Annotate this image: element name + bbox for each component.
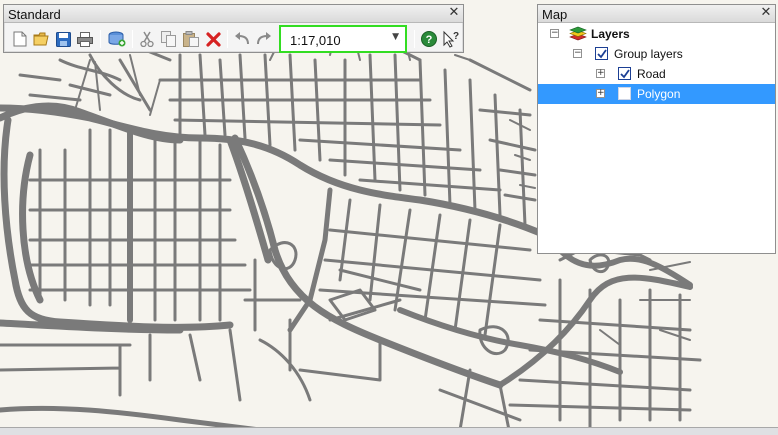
tree-node-polygon[interactable]: + Polygon xyxy=(538,84,775,104)
paste-icon[interactable] xyxy=(182,30,200,48)
tree-node-layers[interactable]: − Layers xyxy=(538,24,775,44)
toolbar-separator xyxy=(132,30,133,48)
status-bar xyxy=(0,427,778,435)
group-layers-checkbox[interactable] xyxy=(595,47,608,60)
tree-label-road: Road xyxy=(637,67,666,81)
tree-node-group-layers[interactable]: − Group layers xyxy=(538,44,775,64)
panel-titlebar[interactable]: Map ✕ xyxy=(538,5,775,23)
collapse-icon[interactable]: − xyxy=(550,29,559,38)
road-main xyxy=(19,151,44,304)
panel-title: Map xyxy=(542,7,568,22)
map-scale-value: 1:17,010 xyxy=(290,33,341,48)
svg-text:?: ? xyxy=(426,34,433,46)
collapse-icon[interactable]: − xyxy=(573,49,582,58)
add-data-icon[interactable] xyxy=(108,30,126,48)
print-icon[interactable] xyxy=(76,30,94,48)
polygon-layer-checkbox[interactable] xyxy=(618,87,631,100)
tree-label-group-layers: Group layers xyxy=(614,47,683,61)
svg-text:?: ? xyxy=(453,31,459,42)
redo-icon[interactable] xyxy=(255,30,273,48)
toolbar-separator xyxy=(227,30,228,48)
chevron-down-icon[interactable]: ▼ xyxy=(392,32,399,42)
toolbar-titlebar[interactable]: Standard ✕ xyxy=(4,5,463,23)
expand-icon[interactable]: + xyxy=(596,89,605,98)
cut-icon[interactable] xyxy=(138,30,156,48)
expand-icon[interactable]: + xyxy=(596,69,605,78)
tree-label-polygon: Polygon xyxy=(637,87,681,101)
tree-node-road[interactable]: + Road xyxy=(538,64,775,84)
toolbar-title: Standard xyxy=(8,7,61,22)
road-main xyxy=(0,104,549,239)
road-layer-checkbox[interactable] xyxy=(618,67,631,80)
standard-toolbar: Standard ✕ 1:17,010 ▼ ? ? xyxy=(3,4,464,53)
delete-icon[interactable] xyxy=(204,30,222,48)
toolbar-separator xyxy=(100,30,101,48)
help-icon[interactable]: ? xyxy=(420,30,438,48)
new-icon[interactable] xyxy=(11,30,29,48)
panel-close-icon[interactable]: ✕ xyxy=(759,6,773,20)
toolbar-buttons: 1:17,010 ▼ ? ? xyxy=(4,24,463,53)
toolbar-close-icon[interactable]: ✕ xyxy=(447,6,461,20)
save-icon[interactable] xyxy=(54,30,72,48)
whats-this-icon[interactable]: ? xyxy=(442,30,460,48)
tree-label-layers: Layers xyxy=(591,27,630,41)
layers-icon xyxy=(569,26,587,44)
copy-icon[interactable] xyxy=(160,30,178,48)
map-scale-combobox[interactable]: 1:17,010 ▼ xyxy=(279,25,407,53)
toolbar-separator xyxy=(414,30,415,48)
map-layers-panel: Map ✕ − Layers − Group layers + Road + P… xyxy=(537,4,776,254)
undo-icon[interactable] xyxy=(233,30,251,48)
open-folder-icon[interactable] xyxy=(32,30,50,48)
